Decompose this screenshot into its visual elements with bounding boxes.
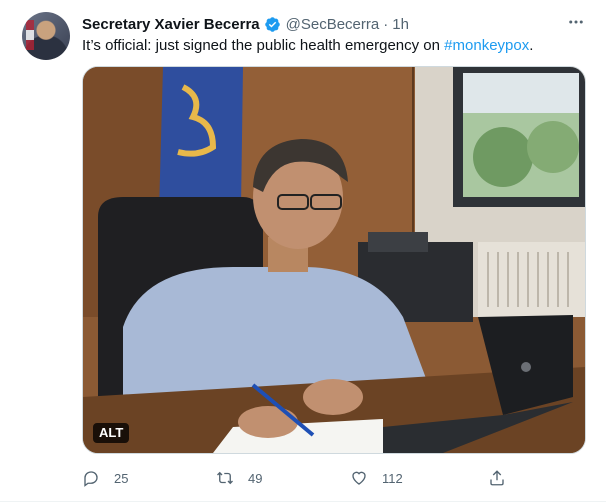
- author-avatar[interactable]: [22, 12, 70, 60]
- author-name[interactable]: Secretary Xavier Becerra: [82, 16, 260, 33]
- reply-icon: [84, 471, 98, 487]
- more-horizontal-icon: [569, 20, 583, 24]
- tweet-timestamp[interactable]: 1h: [392, 16, 409, 33]
- alt-text-badge[interactable]: ALT: [93, 423, 130, 443]
- tweet-header: Secretary Xavier Becerra @SecBecerra · 1…: [82, 14, 409, 34]
- photo-scene: [83, 67, 585, 453]
- hashtag-link[interactable]: #monkeypox: [444, 37, 529, 54]
- tweet-text-body: It’s official: just signed the public he…: [82, 37, 445, 54]
- reply-count: 25: [114, 470, 129, 486]
- more-options-button[interactable]: [564, 10, 588, 34]
- retweet-count: 49: [248, 470, 263, 486]
- separator-dot: ·: [383, 15, 389, 33]
- heart-icon: [352, 471, 366, 485]
- share-icon: [490, 470, 504, 486]
- flag-decoration: [26, 20, 34, 50]
- retweet-button[interactable]: 49: [216, 466, 262, 490]
- share-button[interactable]: [488, 466, 520, 490]
- retweet-icon: [217, 471, 233, 485]
- reply-button[interactable]: 25: [82, 466, 128, 490]
- author-handle[interactable]: @SecBecerra: [286, 16, 380, 33]
- tweet-photo[interactable]: ALT: [82, 66, 586, 454]
- tweet-card[interactable]: Secretary Xavier Becerra @SecBecerra · 1…: [0, 0, 606, 502]
- verified-badge-icon: [264, 16, 280, 32]
- like-count: 112: [382, 470, 403, 486]
- tweet-text-end: .: [529, 37, 534, 54]
- like-button[interactable]: 112: [350, 466, 403, 490]
- tweet-actions-bar: 25 49 112: [82, 466, 504, 490]
- tweet-text: It’s official: just signed the public he…: [82, 36, 592, 56]
